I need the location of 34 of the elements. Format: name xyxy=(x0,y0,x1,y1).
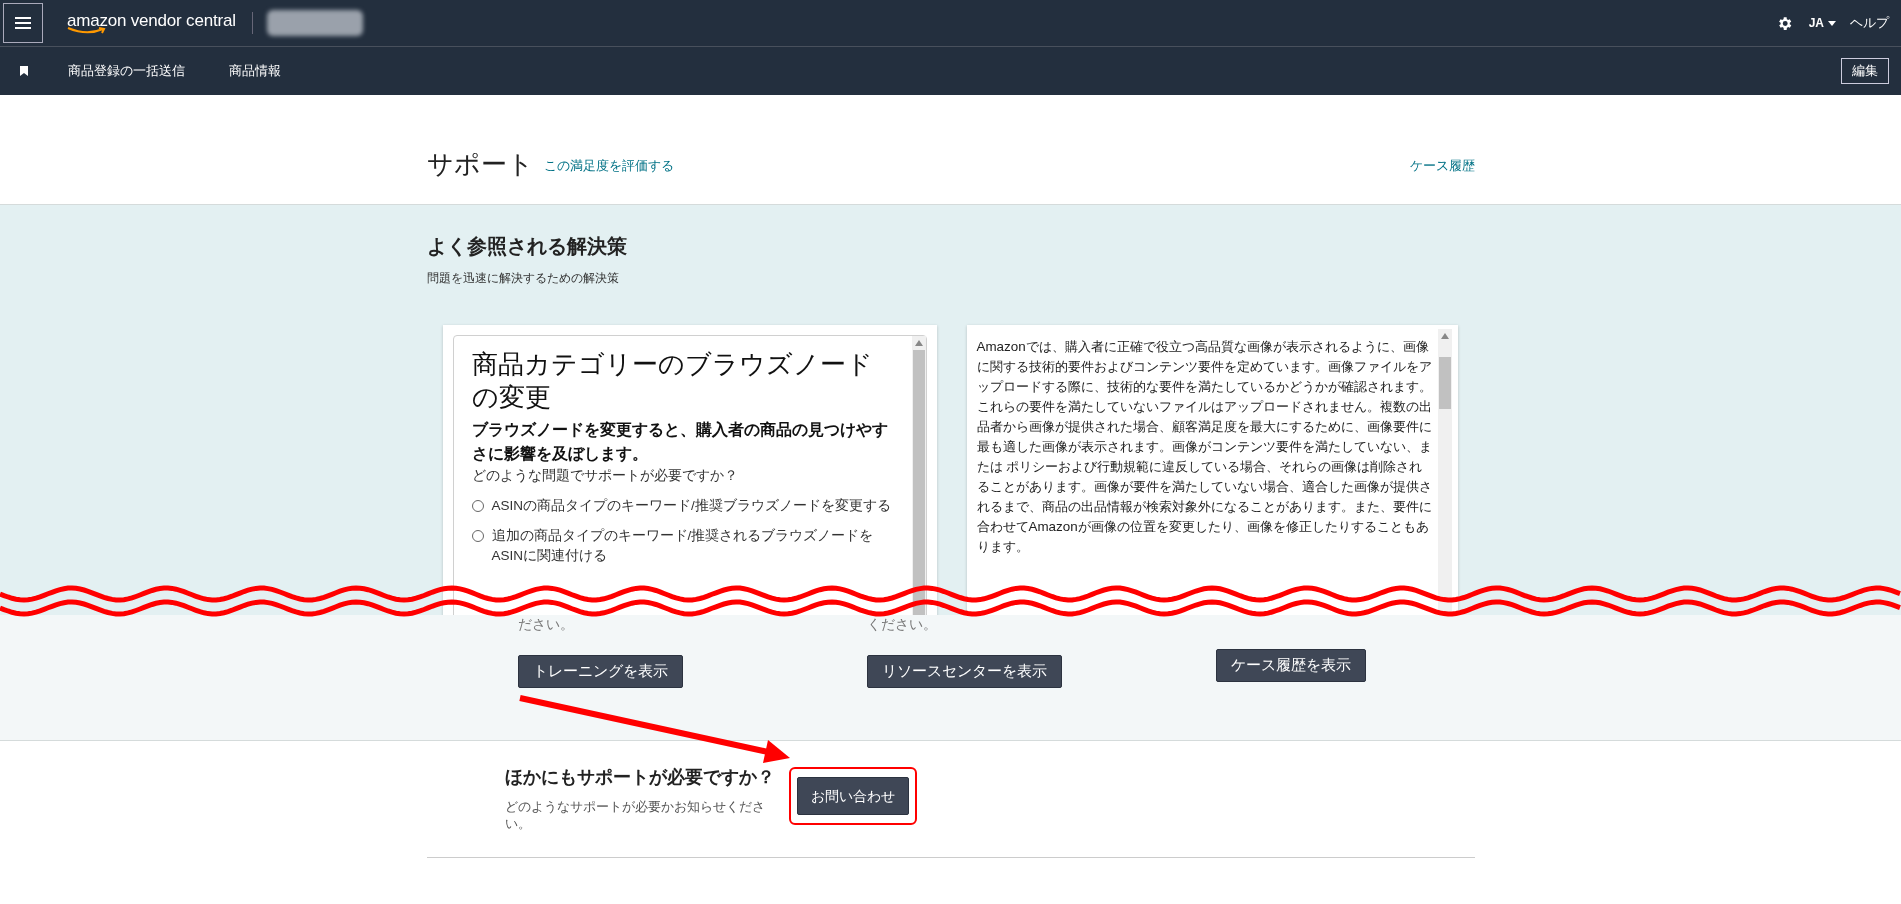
scroll-thumb[interactable] xyxy=(912,350,925,615)
option-label[interactable]: ASINの商品タイプのキーワード/推奨ブラウズノードを変更する xyxy=(491,496,891,516)
card-title: 商品カテゴリーのブラウズノードの変更 xyxy=(471,348,874,414)
nav-link[interactable]: 商品登録の一括送信 xyxy=(68,62,185,80)
section-subtitle: 問題を迅速に解決するための解決策 xyxy=(426,270,620,287)
option-label[interactable]: 追加の商品タイプのキーワード/推奨されるブラウズノードをASINに関連付ける xyxy=(491,526,898,566)
menu-button[interactable] xyxy=(3,3,43,43)
rating-link[interactable]: この満足度を評価する xyxy=(543,157,674,175)
text-fragment: ださい。 xyxy=(517,616,574,634)
language-menu[interactable]: JA xyxy=(1808,16,1836,30)
scroll-thumb[interactable] xyxy=(1438,357,1451,409)
help-link[interactable]: ヘルプ xyxy=(1850,14,1889,32)
page-title: サポート xyxy=(426,149,534,179)
bookmark-icon[interactable] xyxy=(20,66,28,76)
menu-icon xyxy=(15,17,31,29)
up-arrow-icon[interactable] xyxy=(1440,333,1449,339)
text-fragment: ください。 xyxy=(866,616,937,634)
section-title: よく参照される解決策 xyxy=(426,234,628,259)
up-arrow-icon[interactable] xyxy=(914,340,923,346)
contact-button[interactable]: お問い合わせ xyxy=(796,777,909,815)
scrollbar[interactable] xyxy=(911,336,926,615)
question-text: どのような問題でサポートが必要ですか？ xyxy=(471,467,739,485)
view-button[interactable]: トレーニングを表示 xyxy=(517,655,683,688)
view-button[interactable]: ケース履歴を表示 xyxy=(1215,649,1366,682)
card-text: Amazonでは、購入者に正確で役立つ高品質な画像が表示されるように、画像に関する技術的要件およびコンテンツ要件を定めています。画像ファイルをアップロードする際に、技術的な要件を満たしているかどうかが確認されます。これらの要件を満たしていないファイルはアップロードされません。複数の出品者から画像が提供された場合、顧客満足度を最大にするために、画像要件に最も適した画像が表示されます。画像がコンテンツ要件を満たしていない、または ポリシーおよび行動規範に違反している場合、それらの画像は削除されることがあります。画像が要件を満たしていない場合、適合した画像が提供されるまで、商品の出品情報が検索対象外になることがあります。また、要件に合わせてAmazonが画像の位置を変更したり、画像を修正したりすることもあります。 xyxy=(975,338,1433,556)
logo[interactable]: amazon vendor central xyxy=(67,12,236,34)
view-button[interactable]: リソースセンターを表示 xyxy=(866,655,1062,688)
caret-icon xyxy=(1828,20,1836,26)
case-history-link[interactable]: ケース履歴 xyxy=(1409,157,1475,175)
nav-link[interactable]: 商品情報 xyxy=(229,62,281,80)
card-lead: ブラウズノードを変更すると、購入者の商品の見つけやすさに影響を及ぼします。 xyxy=(471,420,889,464)
help-text: どのようなサポートが必要かお知らせください。 xyxy=(504,799,766,833)
edit-button[interactable]: 編集 xyxy=(1841,58,1889,84)
help-title: ほかにもサポートが必要ですか？ xyxy=(504,766,775,789)
